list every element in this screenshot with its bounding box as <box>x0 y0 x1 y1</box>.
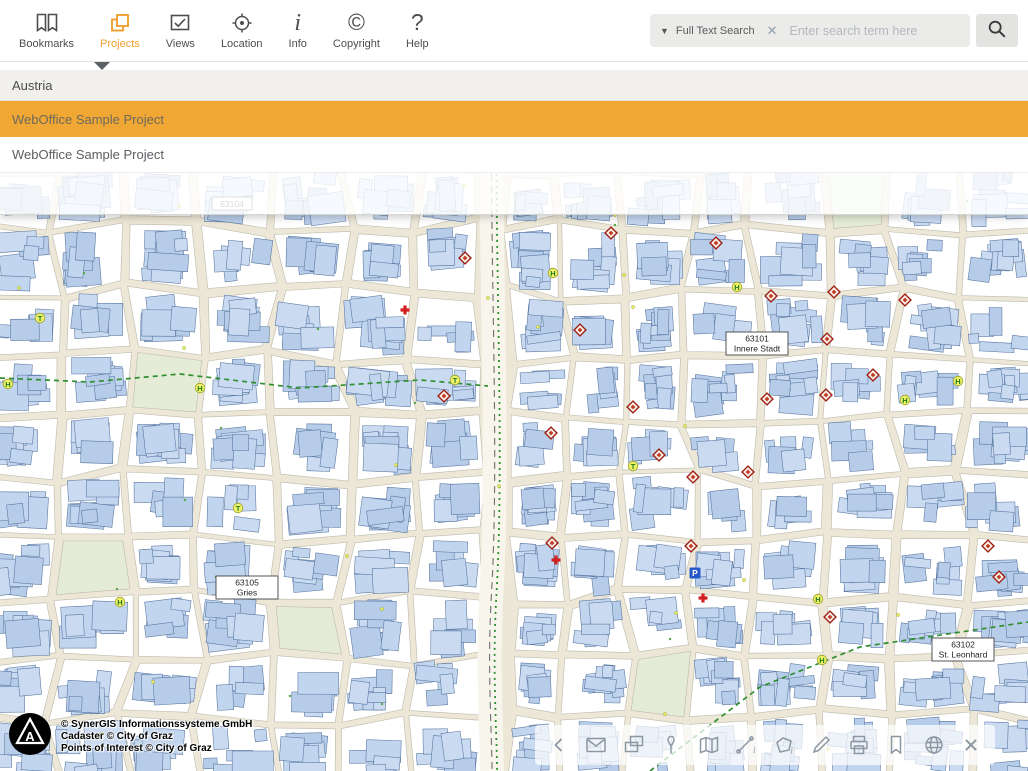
svg-text:63101: 63101 <box>745 334 769 344</box>
toolbar-item-views[interactable]: Views <box>153 0 208 50</box>
toolbar-item-help[interactable]: ? Help <box>393 0 442 50</box>
toolbar-item-label: Views <box>166 38 195 50</box>
toolbar-item-label: Info <box>289 38 307 50</box>
svg-text:H: H <box>819 656 824 665</box>
toolbar-items: Bookmarks Projects Views Location i Info © Copy… <box>0 0 442 50</box>
search-input[interactable] <box>790 24 961 38</box>
views-icon <box>168 9 192 36</box>
attribution-line-0: © SynerGIS Informationssysteme GmbH <box>61 719 252 731</box>
top-toolbar: Bookmarks Projects Views Location i Info © Copy… <box>0 0 1028 62</box>
svg-text:H: H <box>955 377 960 386</box>
district-label-63102: 63102St. Leonhard <box>932 638 994 661</box>
toolbar-item-label: Bookmarks <box>19 38 74 50</box>
svg-text:i: i <box>753 745 756 755</box>
search-box: ▼ Full Text Search ✕ <box>650 14 970 47</box>
poi-stop-marker: H <box>548 268 558 278</box>
poi-stop-marker: H <box>115 597 125 607</box>
poi-stop-marker: H <box>953 376 963 386</box>
globe-icon[interactable] <box>920 731 948 759</box>
attribution-text: © SynerGIS Informationssysteme GmbHCadas… <box>61 719 252 755</box>
copyright-icon: © <box>348 9 365 36</box>
project-item-0[interactable]: Austria <box>0 70 1028 101</box>
svg-text:T: T <box>453 376 458 385</box>
poi-stop-marker: H <box>732 282 742 292</box>
toolbar-item-bookmarks[interactable]: Bookmarks <box>6 0 87 50</box>
svg-text:H: H <box>902 396 907 405</box>
toolbar-item-label: Help <box>406 38 429 50</box>
search-mode-label[interactable]: Full Text Search <box>676 25 755 37</box>
toolbar-item-label: Projects <box>100 38 140 50</box>
svg-text:63105: 63105 <box>235 578 259 588</box>
poi-tram-marker: T <box>233 503 243 513</box>
toolbar-item-location[interactable]: Location <box>208 0 276 50</box>
bookmark-icon[interactable] <box>882 731 910 759</box>
toolbar-item-copyright[interactable]: © Copyright <box>320 0 393 50</box>
svg-text:St. Leonhard: St. Leonhard <box>939 650 988 660</box>
map-tools-toolbar: ii <box>535 725 995 765</box>
search-button[interactable] <box>976 14 1018 47</box>
project-item-1[interactable]: WebOffice Sample Project <box>0 101 1028 137</box>
poi-tram-marker: T <box>450 375 460 385</box>
svg-text:A: A <box>25 729 35 744</box>
poi-stop-marker: H <box>813 594 823 604</box>
svg-text:Gries: Gries <box>237 588 257 598</box>
svg-text:H: H <box>197 384 202 393</box>
print-icon[interactable] <box>845 731 873 759</box>
toolbar-item-label: Copyright <box>333 38 380 50</box>
envelope-icon[interactable] <box>582 731 610 759</box>
poi-stop-marker: H <box>900 395 910 405</box>
dropdown-pointer-row <box>0 62 1028 70</box>
project-dropdown: AustriaWebOffice Sample ProjectWebOffice… <box>0 62 1028 215</box>
svg-text:H: H <box>117 598 122 607</box>
measure-area-icon[interactable]: i <box>770 731 798 759</box>
location-icon <box>230 9 254 36</box>
dropdown-footer <box>0 173 1028 215</box>
poi-parking-marker: P <box>690 568 701 579</box>
map-sheet-icon[interactable] <box>695 731 723 759</box>
project-item-2[interactable]: WebOffice Sample Project <box>0 137 1028 173</box>
info-icon: i <box>294 9 301 36</box>
svg-text:T: T <box>236 504 241 513</box>
poi-stop-marker: H <box>817 655 827 665</box>
district-label-63101: 63101Innere Stadt <box>726 332 788 355</box>
magnifier-icon <box>986 18 1008 43</box>
toolbar-item-info[interactable]: i Info <box>276 0 320 50</box>
poi-tram-marker: T <box>628 461 638 471</box>
toolbar-item-label: Location <box>221 38 263 50</box>
svg-text:63102: 63102 <box>951 640 975 650</box>
project-list: AustriaWebOffice Sample ProjectWebOffice… <box>0 70 1028 173</box>
district-label-63105: 63105Gries <box>216 576 278 599</box>
clear-search-icon[interactable]: ✕ <box>762 23 783 39</box>
svg-text:T: T <box>38 314 43 323</box>
svg-text:H: H <box>734 283 739 292</box>
poi-stop-marker: H <box>3 379 13 389</box>
help-icon: ? <box>411 9 424 36</box>
attribution-line-1: Cadaster © City of Graz <box>61 731 252 743</box>
chevron-left-icon[interactable] <box>545 731 573 759</box>
synergis-logo: A <box>8 712 52 761</box>
svg-text:i: i <box>790 746 793 756</box>
toolbar-item-projects[interactable]: Projects <box>87 0 153 50</box>
poi-stop-marker: H <box>195 383 205 393</box>
attribution-line-2: Points of Interest © City of Graz <box>61 743 252 755</box>
svg-text:H: H <box>5 380 10 389</box>
pin-icon[interactable] <box>657 731 685 759</box>
map-attribution: A © SynerGIS Informationssysteme GmbHCad… <box>8 712 252 761</box>
measure-line-icon[interactable]: i <box>732 731 760 759</box>
map-export-icon[interactable] <box>620 731 648 759</box>
svg-text:P: P <box>692 568 698 578</box>
svg-text:H: H <box>815 595 820 604</box>
projects-icon <box>108 9 132 36</box>
svg-text:Innere Stadt: Innere Stadt <box>734 344 781 354</box>
chevron-down-icon[interactable]: ▼ <box>660 26 669 36</box>
draw-icon[interactable] <box>807 731 835 759</box>
bookmarks-icon <box>34 9 60 36</box>
poi-tram-marker: T <box>35 313 45 323</box>
search-area: ▼ Full Text Search ✕ <box>650 14 1018 47</box>
svg-text:T: T <box>631 462 636 471</box>
close-icon[interactable] <box>957 731 985 759</box>
dropdown-pointer-icon <box>94 62 110 70</box>
svg-text:H: H <box>550 269 555 278</box>
